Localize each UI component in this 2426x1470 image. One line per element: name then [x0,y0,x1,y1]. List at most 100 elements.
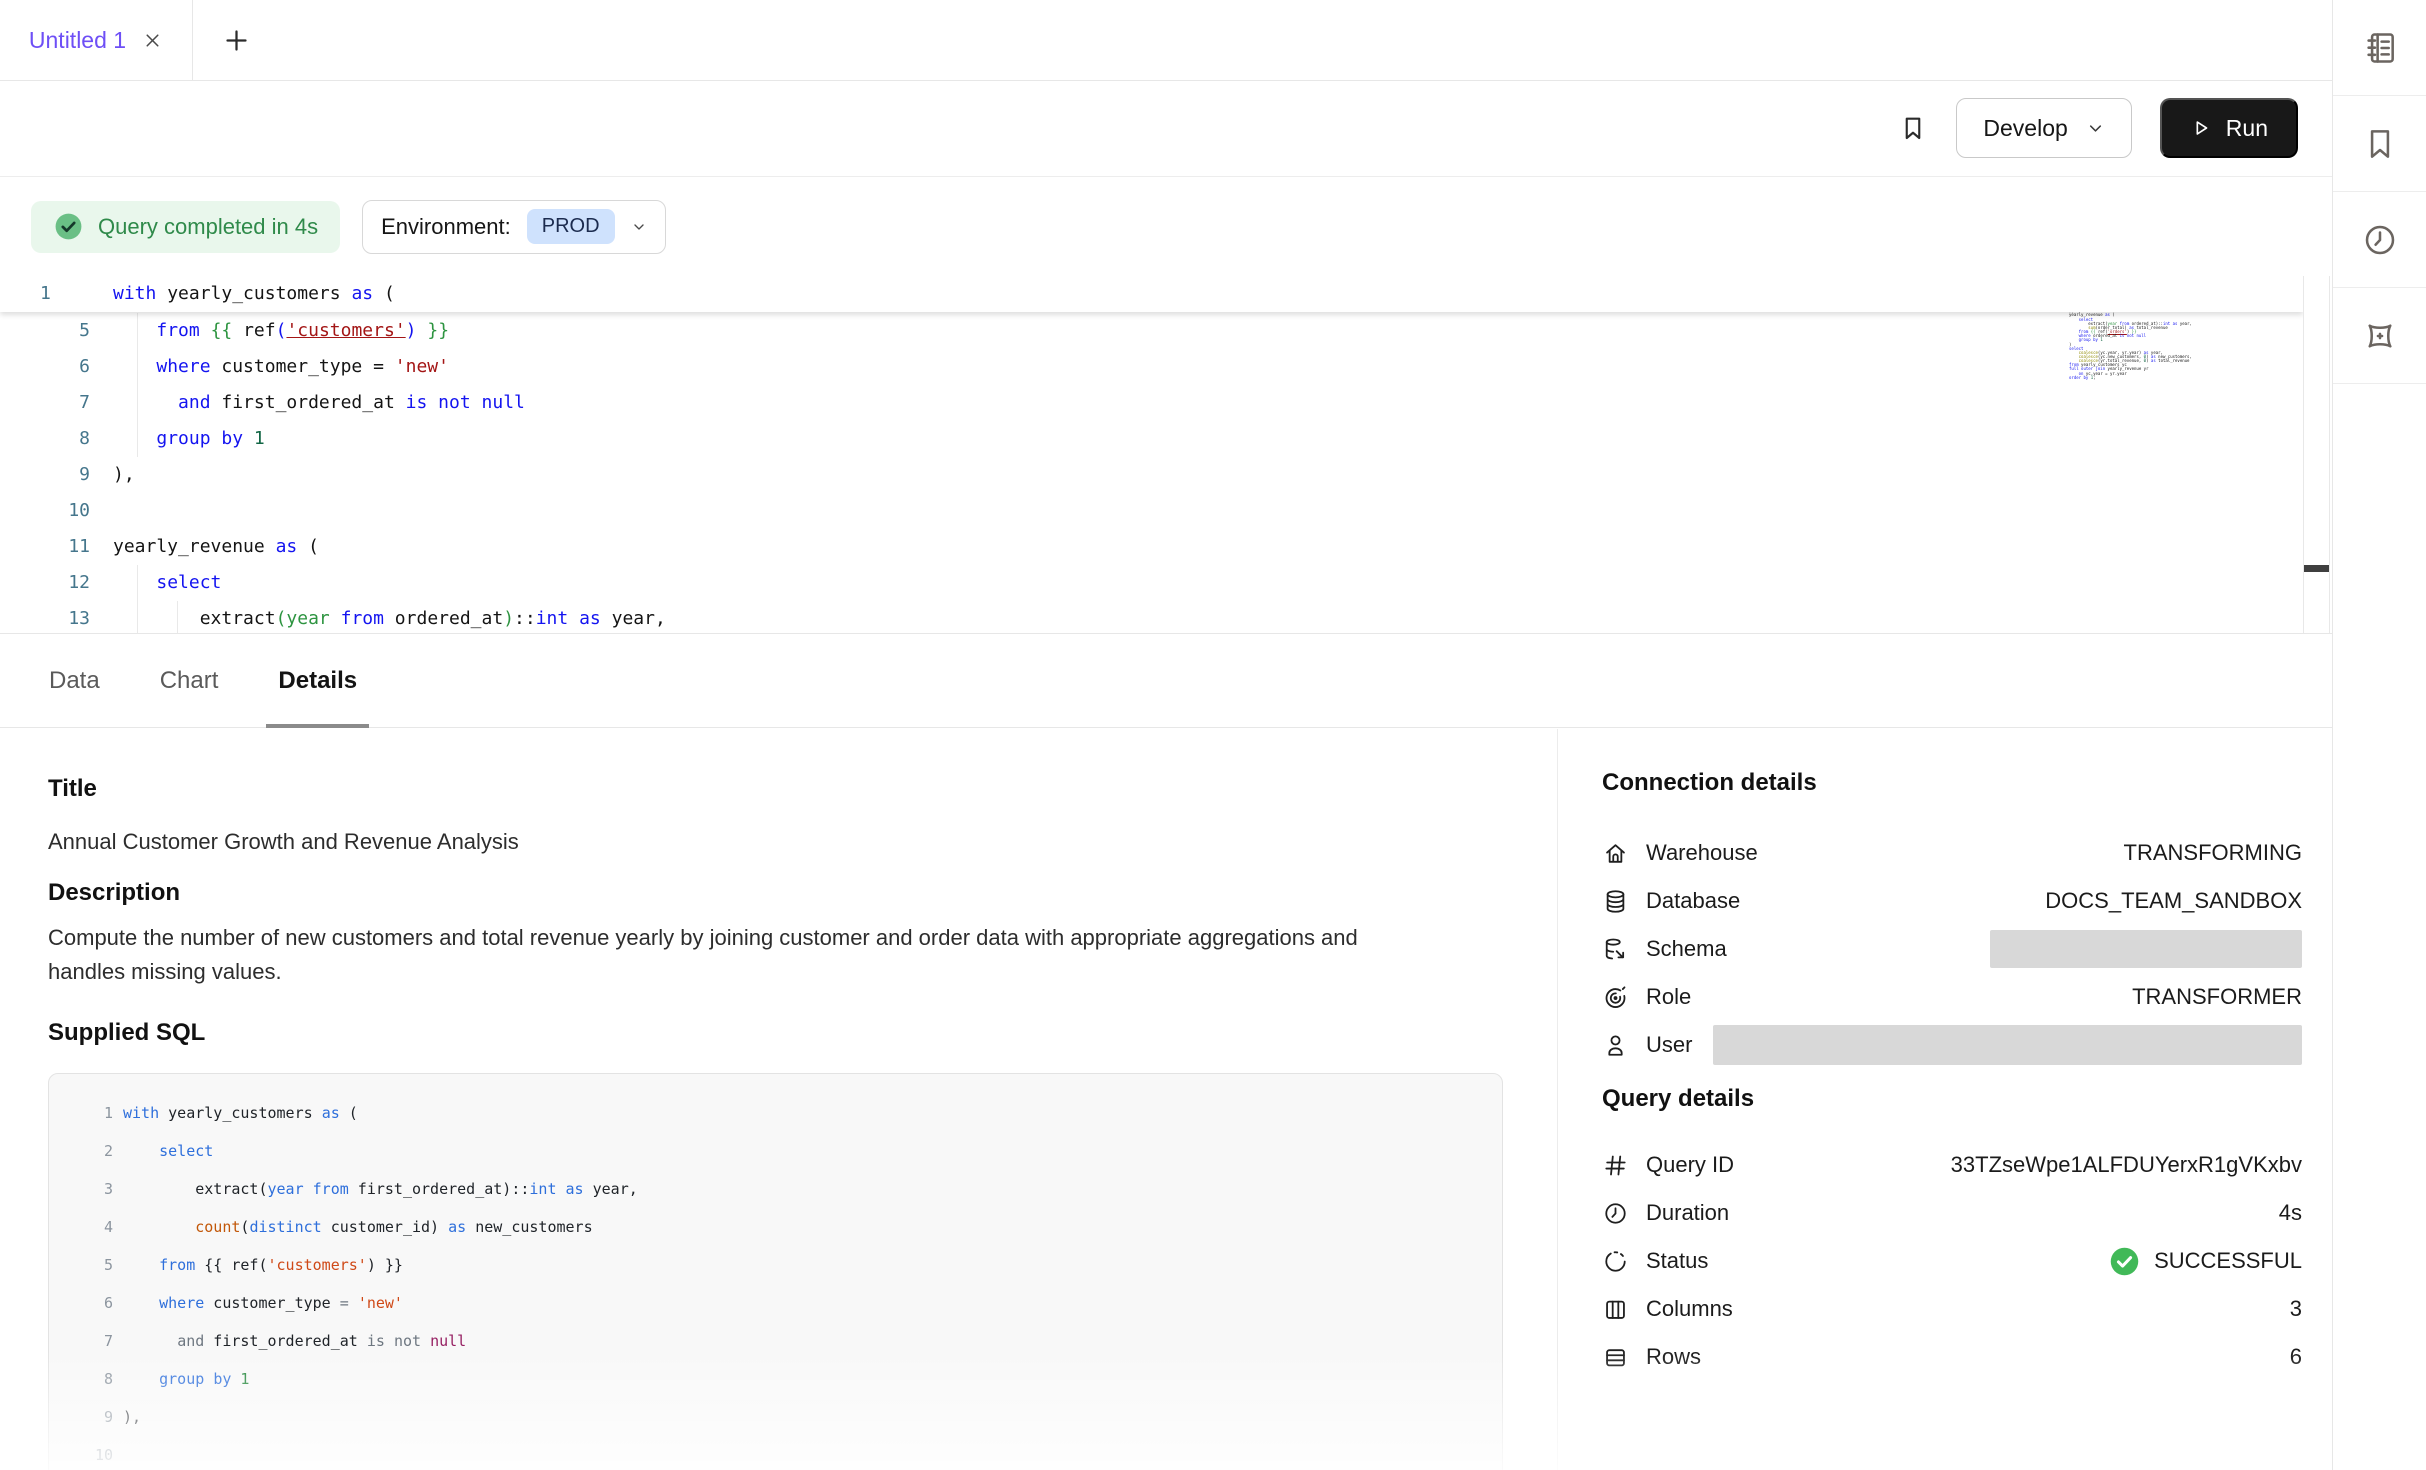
code-text: and first_ordered_at is not null [123,1322,466,1360]
details-panel: Title Annual Customer Growth and Revenue… [0,729,2332,1470]
connection-row-database: Database DOCS_TEAM_SANDBOX [1602,877,2302,925]
warehouse-value: TRANSFORMING [2124,840,2302,866]
line-number: 9 [0,457,90,493]
sql-line: 4 count(distinct customer_id) as new_cus… [49,1208,1502,1246]
line-number: 9 [49,1398,113,1436]
role-value: TRANSFORMER [2132,984,2302,1010]
indent-guide [177,601,178,633]
editor-scrollbar-track[interactable] [2303,276,2330,633]
run-button[interactable]: Run [2160,98,2298,158]
rows-value: 6 [2290,1344,2302,1370]
code-text[interactable]: where customer_type = 'new' [113,349,449,385]
editor-line[interactable]: 6 where customer_type = 'new' [0,349,2332,385]
redacted-value [1990,930,2302,968]
editor-line[interactable]: 12 select [0,565,2332,601]
columns-value: 3 [2290,1296,2302,1322]
role-icon [1602,984,1629,1011]
code-text[interactable]: from {{ ref('customers') }} [113,313,449,349]
sql-line: 10 [49,1436,1502,1470]
code-text[interactable]: group by 1 [113,421,265,457]
code-text[interactable]: select [113,565,221,601]
line-number: 7 [49,1322,113,1360]
status-row: Query completed in 4s Environment: PROD [0,177,2332,276]
sql-line: 9), [49,1398,1502,1436]
code-text[interactable]: and first_ordered_at is not null [113,385,525,421]
develop-dropdown[interactable]: Develop [1956,98,2131,158]
database-icon [1602,888,1629,915]
query-status-text: Query completed in 4s [98,214,318,240]
tab-details[interactable]: Details [266,634,369,727]
tab-data[interactable]: Data [37,634,112,727]
warehouse-icon [1602,840,1629,867]
check-circle-icon [2108,1245,2141,1278]
line-number: 11 [0,529,90,565]
run-label: Run [2226,115,2268,142]
sql-editor[interactable]: 5 from {{ ref('customers') }}6 where cus… [0,276,2332,633]
editor-line[interactable]: 9), [0,457,2332,493]
line-number: 6 [0,349,90,385]
line-number: 1 [0,276,90,312]
code-text: where customer_type = 'new' [123,1284,403,1322]
hash-icon [1602,1152,1629,1179]
database-value: DOCS_TEAM_SANDBOX [2045,888,2302,914]
editor-line[interactable]: 1 with yearly_customers as ( [0,276,2303,312]
code-text: from {{ ref('customers') }} [123,1246,403,1284]
query-row-status: Status SUCCESSFUL [1602,1237,2302,1285]
editor-line[interactable]: 10 [0,493,2332,529]
minimap-line: order by 1; [2069,376,2219,380]
line-number: 12 [0,565,90,601]
new-tab-button[interactable] [223,27,250,54]
code-text[interactable]: with yearly_customers as ( [113,276,395,312]
redacted-value [1713,1025,2302,1065]
editor-line[interactable]: 13 extract(year from ordered_at)::int as… [0,601,2332,633]
rail-explore-button[interactable] [2333,288,2426,384]
details-right-column: Connection details Warehouse TRANSFORMIN… [1558,729,2332,1470]
code-text[interactable]: yearly_revenue as ( [113,529,319,565]
connection-details-heading: Connection details [1602,769,1817,797]
query-status-badge: Query completed in 4s [31,201,340,253]
notebook-icon [2361,29,2399,67]
editor-scrollbar-thumb[interactable] [2304,565,2329,572]
query-row-query-id: Query ID 33TZseWpe1ALFDUYerxR1gVKxbv [1602,1141,2302,1189]
editor-line[interactable]: 8 group by 1 [0,421,2332,457]
sql-line: 7 and first_ordered_at is not null [49,1322,1502,1360]
title-value: Annual Customer Growth and Revenue Analy… [48,825,519,859]
rail-history-button[interactable] [2333,192,2426,288]
supplied-sql-heading: Supplied SQL [48,1019,205,1047]
query-id-value: 33TZseWpe1ALFDUYerxR1gVKxbv [1951,1152,2302,1178]
line-number: 4 [49,1208,113,1246]
rail-bookmark-button[interactable] [2333,96,2426,192]
environment-value-pill: PROD [527,209,615,244]
result-tab-bar: Data Chart Details [0,633,2332,728]
line-number: 3 [49,1170,113,1208]
environment-selector[interactable]: Environment: PROD [362,200,665,254]
editor-line[interactable]: 5 from {{ ref('customers') }} [0,313,2332,349]
right-icon-rail [2332,0,2426,1470]
rail-notebook-button[interactable] [2333,0,2426,96]
code-text[interactable]: extract(year from ordered_at)::int as ye… [113,601,666,633]
code-text[interactable]: ), [113,457,135,493]
status-value: SUCCESSFUL [2108,1245,2302,1278]
bookmark-icon [1898,113,1928,143]
line-number: 5 [49,1246,113,1284]
editor-line[interactable]: 11 yearly_revenue as ( [0,529,2332,565]
tab-chart[interactable]: Chart [148,634,231,727]
code-text: select [123,1132,213,1170]
sql-line: 8 group by 1 [49,1360,1502,1398]
sql-line: 3 extract(year from first_ordered_at)::i… [49,1170,1502,1208]
editor-line[interactable]: 7 and first_ordered_at is not null [0,385,2332,421]
bookmark-button[interactable] [1898,113,1928,143]
file-tab-untitled-1[interactable]: Untitled 1 [0,0,193,80]
editor-sticky-line[interactable]: 1 with yearly_customers as ( [0,276,2303,312]
close-icon[interactable] [142,30,163,51]
editor-lines[interactable]: 5 from {{ ref('customers') }}6 where cus… [0,313,2332,633]
plus-icon [223,27,250,54]
indent-guide [137,565,138,633]
code-text: extract(year from first_ordered_at)::int… [123,1170,638,1208]
schema-icon [1602,936,1629,963]
line-number: 13 [0,601,90,633]
query-row-rows: Rows 6 [1602,1333,2302,1381]
check-circle-icon [53,211,84,242]
clock-icon [1602,1200,1629,1227]
line-number: 6 [49,1284,113,1322]
